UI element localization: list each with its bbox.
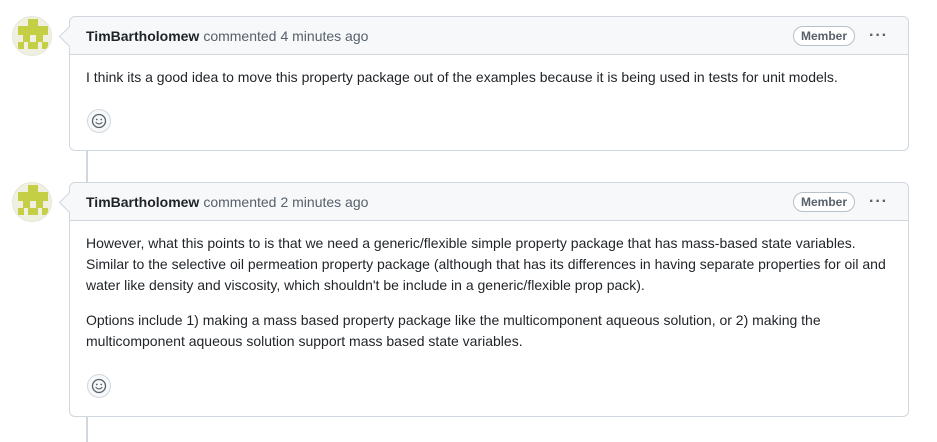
identicon-avatar [13,183,51,221]
add-reaction-button[interactable] [87,109,111,133]
comment-paragraph: Options include 1) making a mass based p… [86,312,821,349]
comment-body: However, what this points to is that we … [70,221,908,352]
member-badge: Member [793,25,856,46]
timeline-connector [86,150,88,183]
add-reaction-button[interactable] [87,374,111,398]
comment-author[interactable]: TimBartholomew [86,194,199,210]
kebab-icon[interactable]: ··· [865,193,892,211]
comment-box: TimBartholomew commented 2 minutes ago M… [69,182,909,417]
comment-timestamp[interactable]: 2 minutes ago [280,194,368,210]
comment-author[interactable]: TimBartholomew [86,28,199,44]
kebab-icon[interactable]: ··· [865,27,892,45]
comment-action: commented [203,27,277,44]
comment-action: commented [203,193,277,210]
comment-box: TimBartholomew commented 4 minutes ago M… [69,16,909,151]
timeline-connector [86,416,88,442]
avatar[interactable] [12,182,52,222]
member-badge: Member [793,191,856,212]
header-actions: Member ··· [793,191,892,212]
comment-paragraph: However, what this points to is that we … [86,235,886,293]
comment-paragraph: I think its a good idea to move this pro… [86,69,838,85]
comment-header: TimBartholomew commented 4 minutes ago M… [70,17,908,55]
comment-timestamp[interactable]: 4 minutes ago [280,28,368,44]
avatar[interactable] [12,16,52,56]
identicon-avatar [13,17,51,55]
comment-body: I think its a good idea to move this pro… [70,55,908,88]
smiley-icon [91,113,107,129]
smiley-icon [91,378,107,394]
comment-header: TimBartholomew commented 2 minutes ago M… [70,183,908,221]
header-actions: Member ··· [793,25,892,46]
